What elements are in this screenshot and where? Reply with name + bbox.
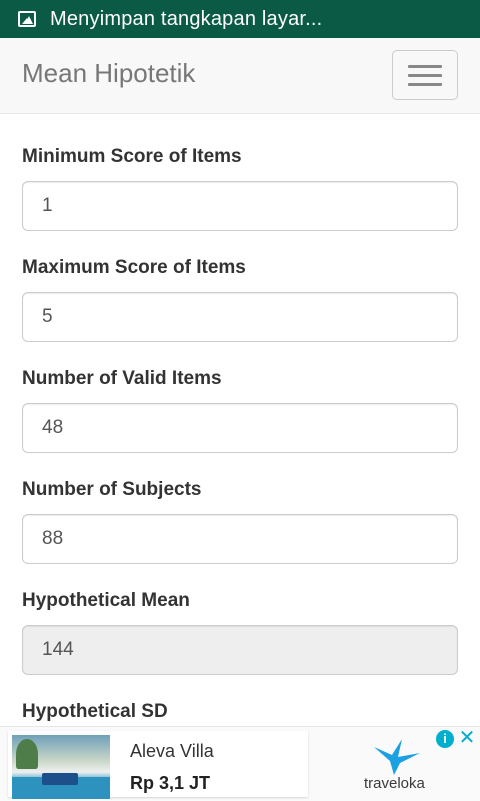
- navbar-brand[interactable]: Mean Hipotetik: [22, 58, 195, 89]
- image-icon: [18, 11, 36, 27]
- navbar: Mean Hipotetik: [0, 38, 480, 114]
- ad-image[interactable]: [12, 735, 110, 799]
- traveloka-bird-icon[interactable]: [372, 735, 422, 777]
- hamburger-menu-icon: [408, 64, 442, 68]
- ad-title[interactable]: Aleva Villa: [130, 741, 214, 762]
- status-text: Menyimpan tangkapan layar...: [50, 7, 323, 30]
- status-bar: Menyimpan tangkapan layar...: [0, 0, 480, 38]
- min-score-label: Minimum Score of Items: [22, 146, 242, 167]
- hypothetical-sd-label: Hypothetical SD: [22, 701, 168, 722]
- max-score-input[interactable]: 5: [22, 292, 458, 342]
- ad-card[interactable]: Aleva Villa Rp 3,1 JT: [8, 731, 308, 799]
- subjects-label: Number of Subjects: [22, 479, 202, 500]
- hypothetical-mean-label: Hypothetical Mean: [22, 590, 190, 611]
- info-icon[interactable]: i: [436, 730, 454, 748]
- ad-price[interactable]: Rp 3,1 JT: [130, 773, 210, 794]
- ad-brand[interactable]: traveloka: [364, 775, 425, 792]
- subjects-input[interactable]: 88: [22, 514, 458, 564]
- ad-banner[interactable]: Aleva Villa Rp 3,1 JT traveloka i ✕: [0, 726, 480, 801]
- max-score-label: Maximum Score of Items: [22, 257, 246, 278]
- min-score-input[interactable]: 1: [22, 181, 458, 231]
- hypothetical-mean-output: 144: [22, 625, 458, 675]
- navbar-toggle-button[interactable]: [392, 50, 458, 100]
- close-icon[interactable]: ✕: [458, 727, 476, 749]
- valid-items-label: Number of Valid Items: [22, 368, 222, 389]
- valid-items-input[interactable]: 48: [22, 403, 458, 453]
